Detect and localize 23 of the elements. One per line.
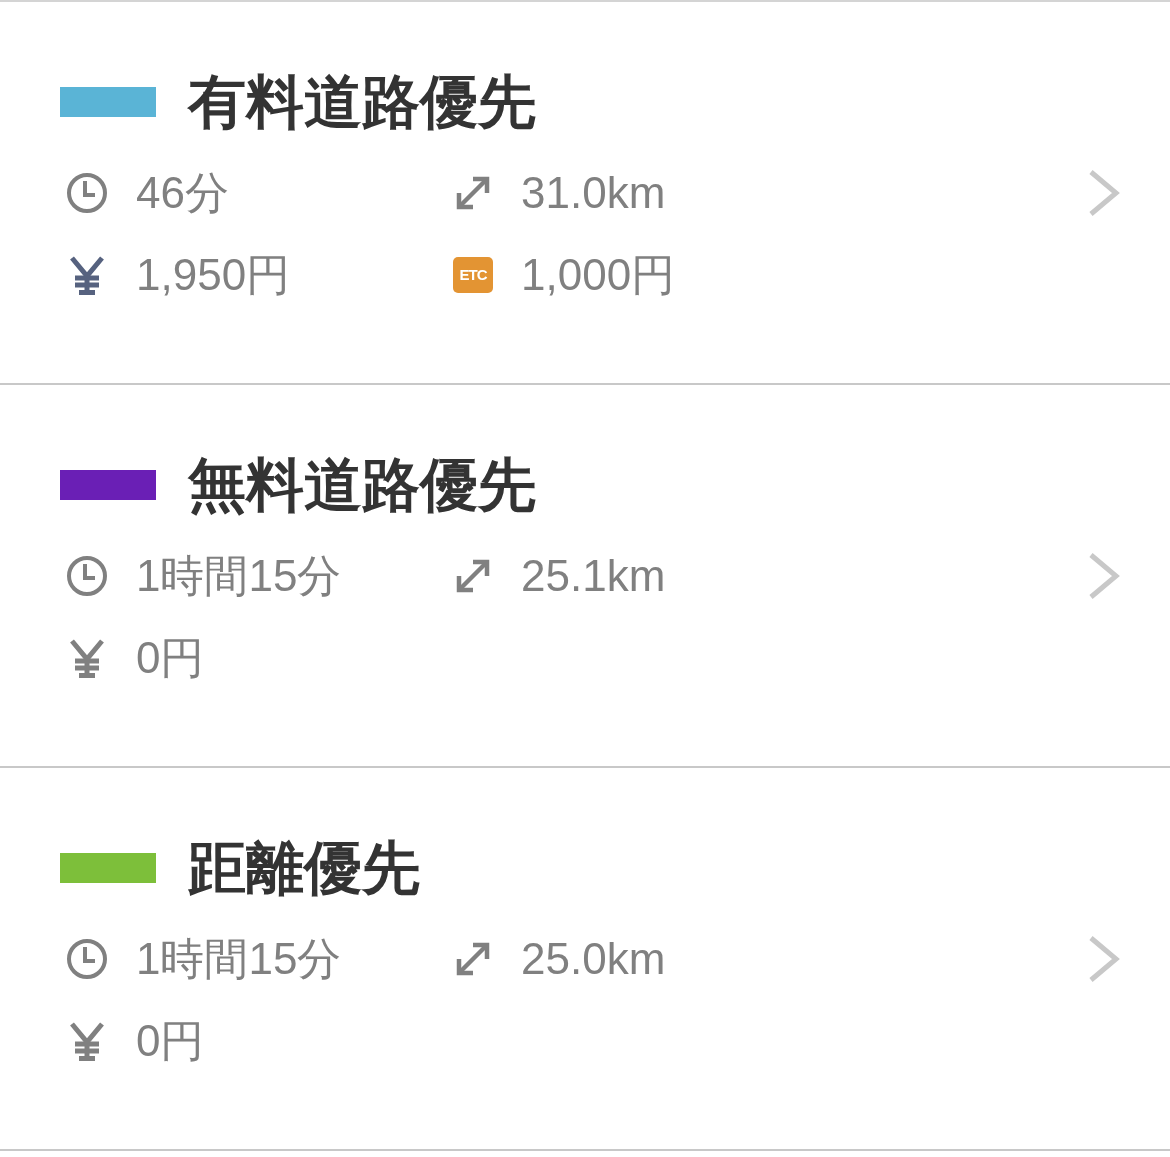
route-title: 有料道路優先 [188, 69, 536, 134]
distance-text: 25.0km [521, 932, 666, 985]
chevron-right-icon [1088, 168, 1120, 217]
fare-amount: 1,950円 [136, 248, 291, 301]
route-list-item[interactable]: 距離優先 1時間15分 25.0km 0円 [0, 768, 1170, 1151]
chevron-right-icon [1088, 934, 1120, 983]
route-list-item[interactable]: 有料道路優先 46分 31.0km 1,950円 ETC 1,000円 [0, 2, 1170, 385]
fare-amount: 0円 [136, 1014, 205, 1067]
distance-text: 31.0km [521, 166, 666, 219]
route-title: 無料道路優先 [188, 452, 536, 517]
travel-time: 1時間15分 [136, 549, 342, 602]
etc-badge: ETC [453, 256, 493, 293]
travel-time: 1時間15分 [136, 932, 342, 985]
clock-icon [66, 554, 108, 597]
route-list-item[interactable]: 無料道路優先 1時間15分 25.1km 0円 [0, 385, 1170, 768]
travel-time: 46分 [136, 166, 229, 219]
fare-amount: 0円 [136, 631, 205, 684]
distance-text: 25.1km [521, 549, 666, 602]
clock-icon [66, 937, 108, 980]
route-title: 距離優先 [188, 835, 420, 900]
chevron-right-icon [1088, 551, 1120, 600]
clock-icon [66, 171, 108, 214]
etc-fare-amount: 1,000円 [521, 248, 676, 301]
